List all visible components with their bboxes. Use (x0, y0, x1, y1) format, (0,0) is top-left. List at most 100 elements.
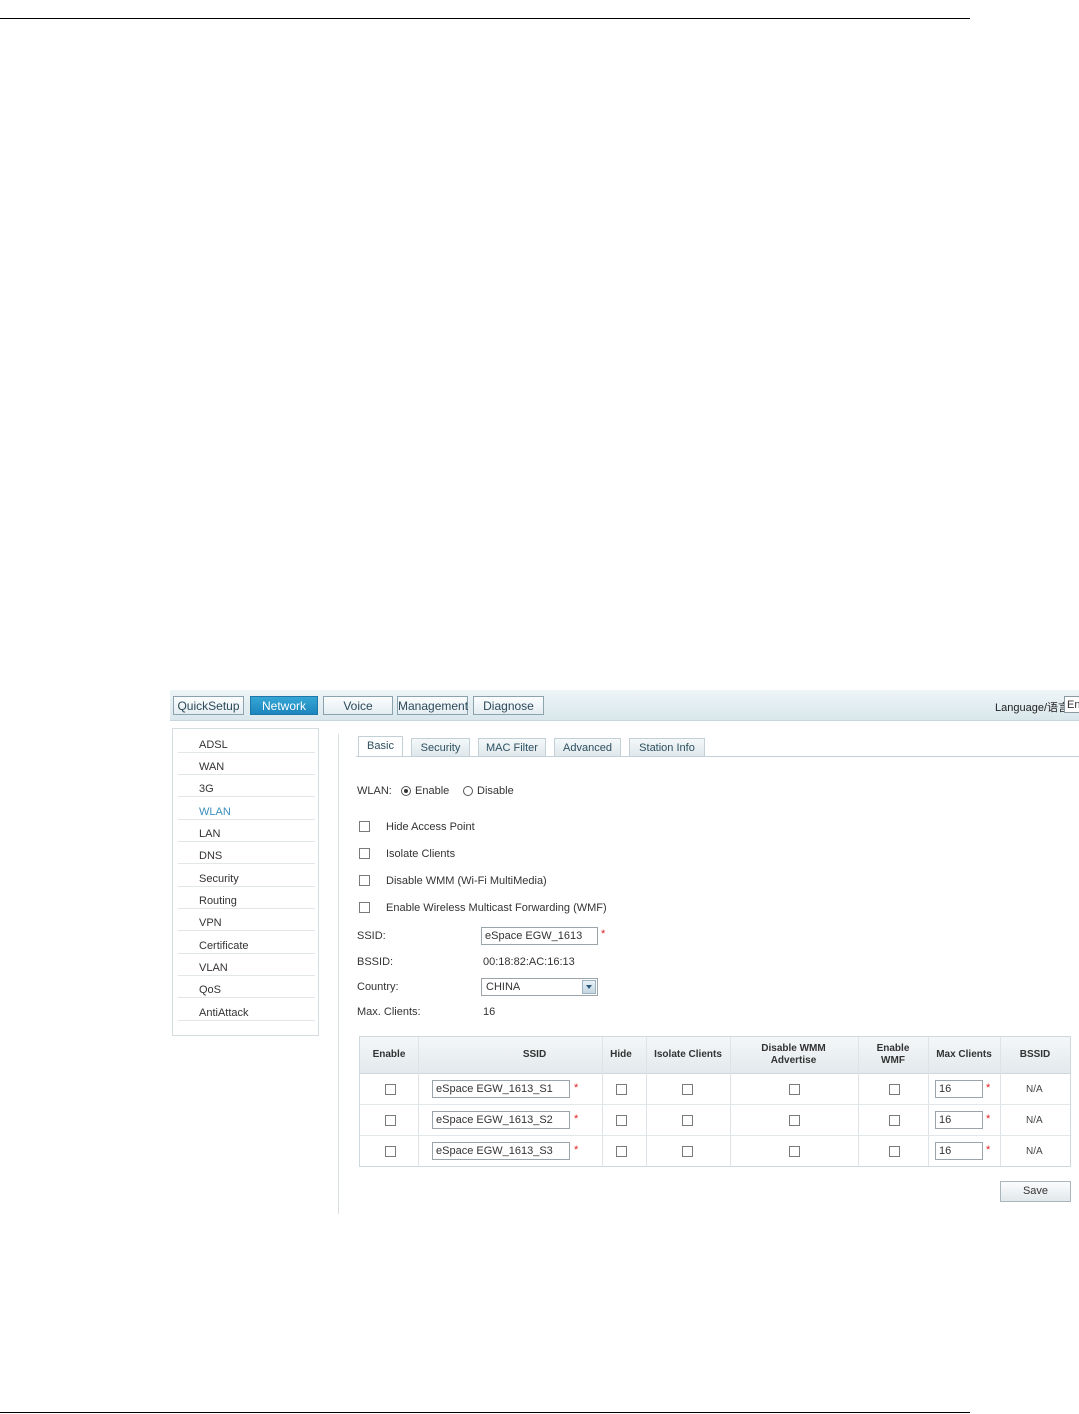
hide-access-point-label: Hide Access Point (386, 821, 475, 833)
sidebar-item-lan[interactable]: LAN (178, 821, 315, 842)
column-separator (602, 1037, 603, 1166)
row1-bssid: N/A (1026, 1084, 1043, 1095)
header-max-clients: Max Clients (936, 1049, 992, 1060)
sidebar-item-antiattack[interactable]: AntiAttack (178, 1000, 315, 1021)
isolate-clients-label: Isolate Clients (386, 848, 456, 860)
save-button[interactable]: Save (1000, 1181, 1071, 1202)
page-bottom-rule (0, 1412, 970, 1413)
language-label: Language/语言: (995, 702, 1073, 714)
row2-max-required-marker: * (986, 1113, 991, 1125)
row3-max-required-marker: * (986, 1144, 991, 1156)
row3-isolate-checkbox[interactable] (682, 1146, 693, 1157)
sidebar-menu: ADSL WAN 3G WLAN LAN DNS Security Routin… (172, 728, 319, 1036)
sidebar-item-certificate[interactable]: Certificate (178, 933, 315, 954)
bssid-value: 00:18:82:AC:16:13 (483, 956, 575, 968)
row2-disable-wmm-checkbox[interactable] (789, 1115, 800, 1126)
sidebar-item-wan[interactable]: WAN (178, 754, 315, 775)
language-select[interactable]: En (1064, 696, 1079, 713)
tab-management[interactable]: Management (397, 696, 468, 715)
column-separator (858, 1037, 859, 1166)
tab-diagnose[interactable]: Diagnose (473, 696, 544, 715)
subtab-station-info[interactable]: Station Info (629, 738, 705, 756)
row1-enable-checkbox[interactable] (385, 1084, 396, 1095)
bssid-label: BSSID: (357, 956, 394, 968)
sidebar-item-adsl[interactable]: ADSL (178, 732, 315, 753)
tab-quicksetup[interactable]: QuickSetup (173, 696, 244, 715)
row3-hide-checkbox[interactable] (616, 1146, 627, 1157)
header-enable-wmf-line2: WMF (881, 1055, 905, 1066)
row3-max-clients-input[interactable]: 16 (935, 1142, 983, 1160)
sidebar-item-vpn[interactable]: VPN (178, 910, 315, 931)
row3-enable-wmf-checkbox[interactable] (889, 1146, 900, 1157)
country-select[interactable]: CHINA (481, 978, 598, 996)
row2-hide-checkbox[interactable] (616, 1115, 627, 1126)
column-separator (928, 1037, 929, 1166)
content-divider (338, 734, 339, 1214)
row3-required-marker: * (574, 1144, 579, 1156)
country-label: Country: (357, 981, 399, 993)
enable-wmf-checkbox[interactable] (359, 902, 370, 913)
chevron-down-icon[interactable] (582, 980, 596, 994)
page-top-rule (0, 18, 970, 19)
wlan-disable-radio[interactable] (463, 786, 473, 796)
disable-wmm-label: Disable WMM (Wi-Fi MultiMedia) (386, 875, 547, 887)
top-navigation-bar: QuickSetup Network Voice Management Diag… (170, 690, 1079, 721)
max-clients-value: 16 (483, 1006, 496, 1018)
subtab-security[interactable]: Security (411, 738, 470, 756)
disable-wmm-checkbox[interactable] (359, 875, 370, 886)
header-hide: Hide (610, 1049, 632, 1060)
row2-isolate-checkbox[interactable] (682, 1115, 693, 1126)
row1-hide-checkbox[interactable] (616, 1084, 627, 1095)
subtab-underline (356, 756, 1079, 757)
ssid-label: SSID: (357, 930, 386, 942)
row2-enable-wmf-checkbox[interactable] (889, 1115, 900, 1126)
row1-max-required-marker: * (986, 1082, 991, 1094)
required-marker: * (601, 928, 606, 940)
sidebar-item-dns[interactable]: DNS (178, 843, 315, 864)
sidebar-item-routing[interactable]: Routing (178, 888, 315, 909)
row1-isolate-checkbox[interactable] (682, 1084, 693, 1095)
sidebar-item-3g[interactable]: 3G (178, 776, 315, 797)
header-disable-wmm: Disable WMM Advertise (730, 1037, 857, 1073)
column-separator (646, 1037, 647, 1166)
max-clients-label: Max. Clients: (357, 1006, 421, 1018)
column-separator (418, 1037, 419, 1166)
tab-network[interactable]: Network (250, 696, 318, 715)
multi-ssid-table: Enable SSID Hide Isolate Clients Disable… (359, 1036, 1071, 1167)
row1-required-marker: * (574, 1082, 579, 1094)
row2-enable-checkbox[interactable] (385, 1115, 396, 1126)
isolate-clients-checkbox[interactable] (359, 848, 370, 859)
wlan-enable-label: Enable (415, 785, 450, 797)
hide-access-point-checkbox[interactable] (359, 821, 370, 832)
sidebar-item-security[interactable]: Security (178, 866, 315, 887)
row3-bssid: N/A (1026, 1146, 1043, 1157)
row3-ssid-input[interactable]: eSpace EGW_1613_S3 (432, 1142, 570, 1160)
table-header: Enable SSID Hide Isolate Clients Disable… (360, 1037, 1070, 1074)
header-bssid: BSSID (1019, 1049, 1051, 1060)
row1-ssid-input[interactable]: eSpace EGW_1613_S1 (432, 1080, 570, 1098)
wlan-disable-label: Disable (477, 785, 514, 797)
sidebar-item-vlan[interactable]: VLAN (178, 955, 315, 976)
row1-max-clients-input[interactable]: 16 (935, 1080, 983, 1098)
subtab-mac-filter[interactable]: MAC Filter (478, 738, 546, 756)
tab-voice[interactable]: Voice (323, 696, 393, 715)
row1-disable-wmm-checkbox[interactable] (789, 1084, 800, 1095)
header-enable: Enable (372, 1049, 406, 1060)
row3-disable-wmm-checkbox[interactable] (789, 1146, 800, 1157)
row3-enable-checkbox[interactable] (385, 1146, 396, 1157)
row2-bssid: N/A (1026, 1115, 1043, 1126)
header-enable-wmf-line1: Enable (876, 1043, 910, 1054)
row2-max-clients-input[interactable]: 16 (935, 1111, 983, 1129)
row-separator (360, 1104, 1070, 1105)
row2-ssid-input[interactable]: eSpace EGW_1613_S2 (432, 1111, 570, 1129)
column-separator (730, 1037, 731, 1166)
header-disable-wmm-line1: Disable WMM (761, 1043, 826, 1054)
sidebar-item-wlan[interactable]: WLAN (178, 799, 315, 820)
subtab-basic[interactable]: Basic (358, 736, 403, 757)
subtab-advanced[interactable]: Advanced (554, 738, 621, 756)
row1-enable-wmf-checkbox[interactable] (889, 1084, 900, 1095)
sidebar-item-qos[interactable]: QoS (178, 977, 315, 998)
header-isolate-clients: Isolate Clients (654, 1049, 722, 1060)
wlan-enable-radio[interactable] (401, 786, 411, 796)
ssid-input[interactable]: eSpace EGW_1613 (481, 927, 598, 945)
